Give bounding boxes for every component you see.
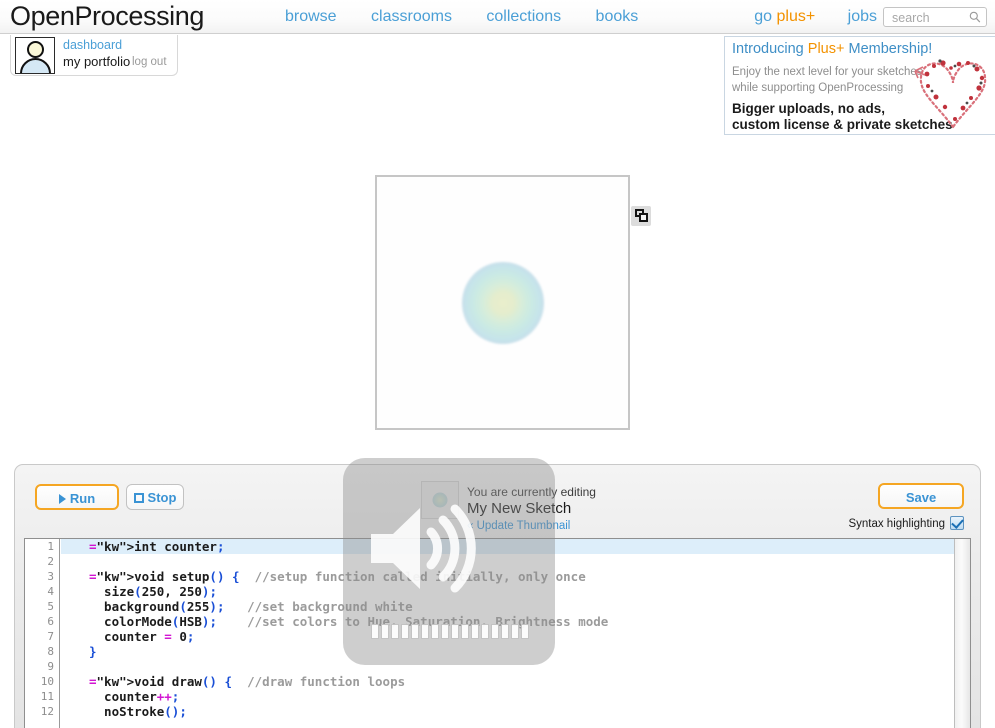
line-number: 7 (47, 630, 54, 643)
syntax-highlighting-checkbox[interactable] (950, 516, 964, 530)
top-navigation-bar: OpenProcessing browse classrooms collect… (0, 0, 995, 34)
my-portfolio-link[interactable]: my portfolio (63, 54, 130, 69)
nav-item-browse[interactable]: browse (285, 0, 337, 34)
avatar-body (20, 58, 51, 73)
go-plus-accent: plus+ (776, 8, 816, 25)
sketch-canvas[interactable] (375, 175, 630, 430)
volume-level-segments (371, 624, 529, 639)
line-number: 8 (47, 645, 54, 658)
volume-segment (371, 624, 379, 639)
run-button-label: Run (69, 491, 96, 506)
code-line: ="kw">void draw() { //draw function loop… (89, 674, 406, 689)
volume-segment (451, 624, 459, 639)
sketch-rendered-circle (461, 261, 544, 344)
window-icon-front (639, 213, 648, 222)
nav-item-books[interactable]: books (596, 0, 639, 34)
duplicate-windows-icon[interactable] (631, 206, 651, 226)
volume-segment (461, 624, 469, 639)
line-number: 2 (47, 555, 54, 568)
nav-item-classrooms[interactable]: classrooms (371, 0, 452, 34)
banner-title-pre: Introducing (732, 41, 808, 57)
volume-segment (481, 624, 489, 639)
line-number: 1 (47, 540, 54, 553)
secondary-nav: go plus+ jobs (726, 0, 877, 34)
search-icon (969, 11, 981, 23)
volume-segment (401, 624, 409, 639)
volume-segment (441, 624, 449, 639)
vertical-scrollbar[interactable] (954, 539, 970, 728)
avatar-head (27, 41, 44, 58)
nav-item-collections[interactable]: collections (486, 0, 561, 34)
code-line: noStroke(); (89, 704, 187, 719)
go-plus-text: go (754, 8, 777, 25)
volume-osd-overlay (343, 458, 555, 665)
banner-subline-2: while supporting OpenProcessing (732, 82, 904, 94)
user-avatar-icon (15, 37, 55, 74)
line-number: 4 (47, 585, 54, 598)
code-line: counter++; (89, 689, 180, 704)
search-input[interactable] (890, 8, 970, 28)
volume-segment (411, 624, 419, 639)
line-number: 11 (40, 690, 54, 703)
volume-segment (511, 624, 519, 639)
log-out-link[interactable]: log out (132, 56, 167, 68)
volume-segment (421, 624, 429, 639)
line-number: 3 (47, 570, 54, 583)
site-logo[interactable]: OpenProcessing (10, 0, 204, 33)
nav-item-jobs[interactable]: jobs (848, 0, 877, 34)
dashboard-link[interactable]: dashboard (63, 38, 122, 52)
heart-particles-icon (914, 59, 987, 129)
banner-title: Introducing Plus+ Membership! (732, 41, 932, 57)
run-button[interactable]: Run (35, 484, 119, 510)
stop-square-icon (133, 492, 144, 503)
volume-segment (521, 624, 529, 639)
search-box[interactable] (883, 7, 987, 28)
main-nav: browse classrooms collections books (285, 0, 668, 34)
volume-segment (381, 624, 389, 639)
volume-segment (501, 624, 509, 639)
banner-subline-1: Enjoy the next level for your sketches (732, 66, 923, 78)
save-button[interactable]: Save (878, 483, 964, 509)
syntax-highlighting-toggle[interactable]: Syntax highlighting (848, 516, 964, 532)
line-number: 10 (40, 675, 54, 688)
stop-button-label: Stop (147, 490, 177, 505)
line-number: 6 (47, 615, 54, 628)
speaker-volume-icon (371, 504, 476, 593)
plus-membership-banner[interactable]: Introducing Plus+ Membership! Enjoy the … (724, 36, 995, 135)
stop-button[interactable]: Stop (126, 484, 184, 510)
nav-item-go-plus[interactable]: go plus+ (754, 0, 815, 34)
syntax-highlighting-label: Syntax highlighting (848, 518, 945, 530)
line-number: 5 (47, 600, 54, 613)
line-number: 9 (47, 660, 54, 673)
banner-title-accent: Plus+ (807, 41, 845, 57)
line-number: 12 (40, 705, 54, 718)
line-number-gutter: 1 2 3 4 5 6 7 8 9 10 11 12 (25, 539, 60, 728)
banner-bold-1: Bigger uploads, no ads, (732, 101, 886, 116)
play-icon (58, 493, 66, 504)
volume-segment (391, 624, 399, 639)
volume-segment (491, 624, 499, 639)
user-account-card: dashboard my portfolio log out (10, 35, 178, 76)
volume-segment (431, 624, 439, 639)
volume-segment (471, 624, 479, 639)
